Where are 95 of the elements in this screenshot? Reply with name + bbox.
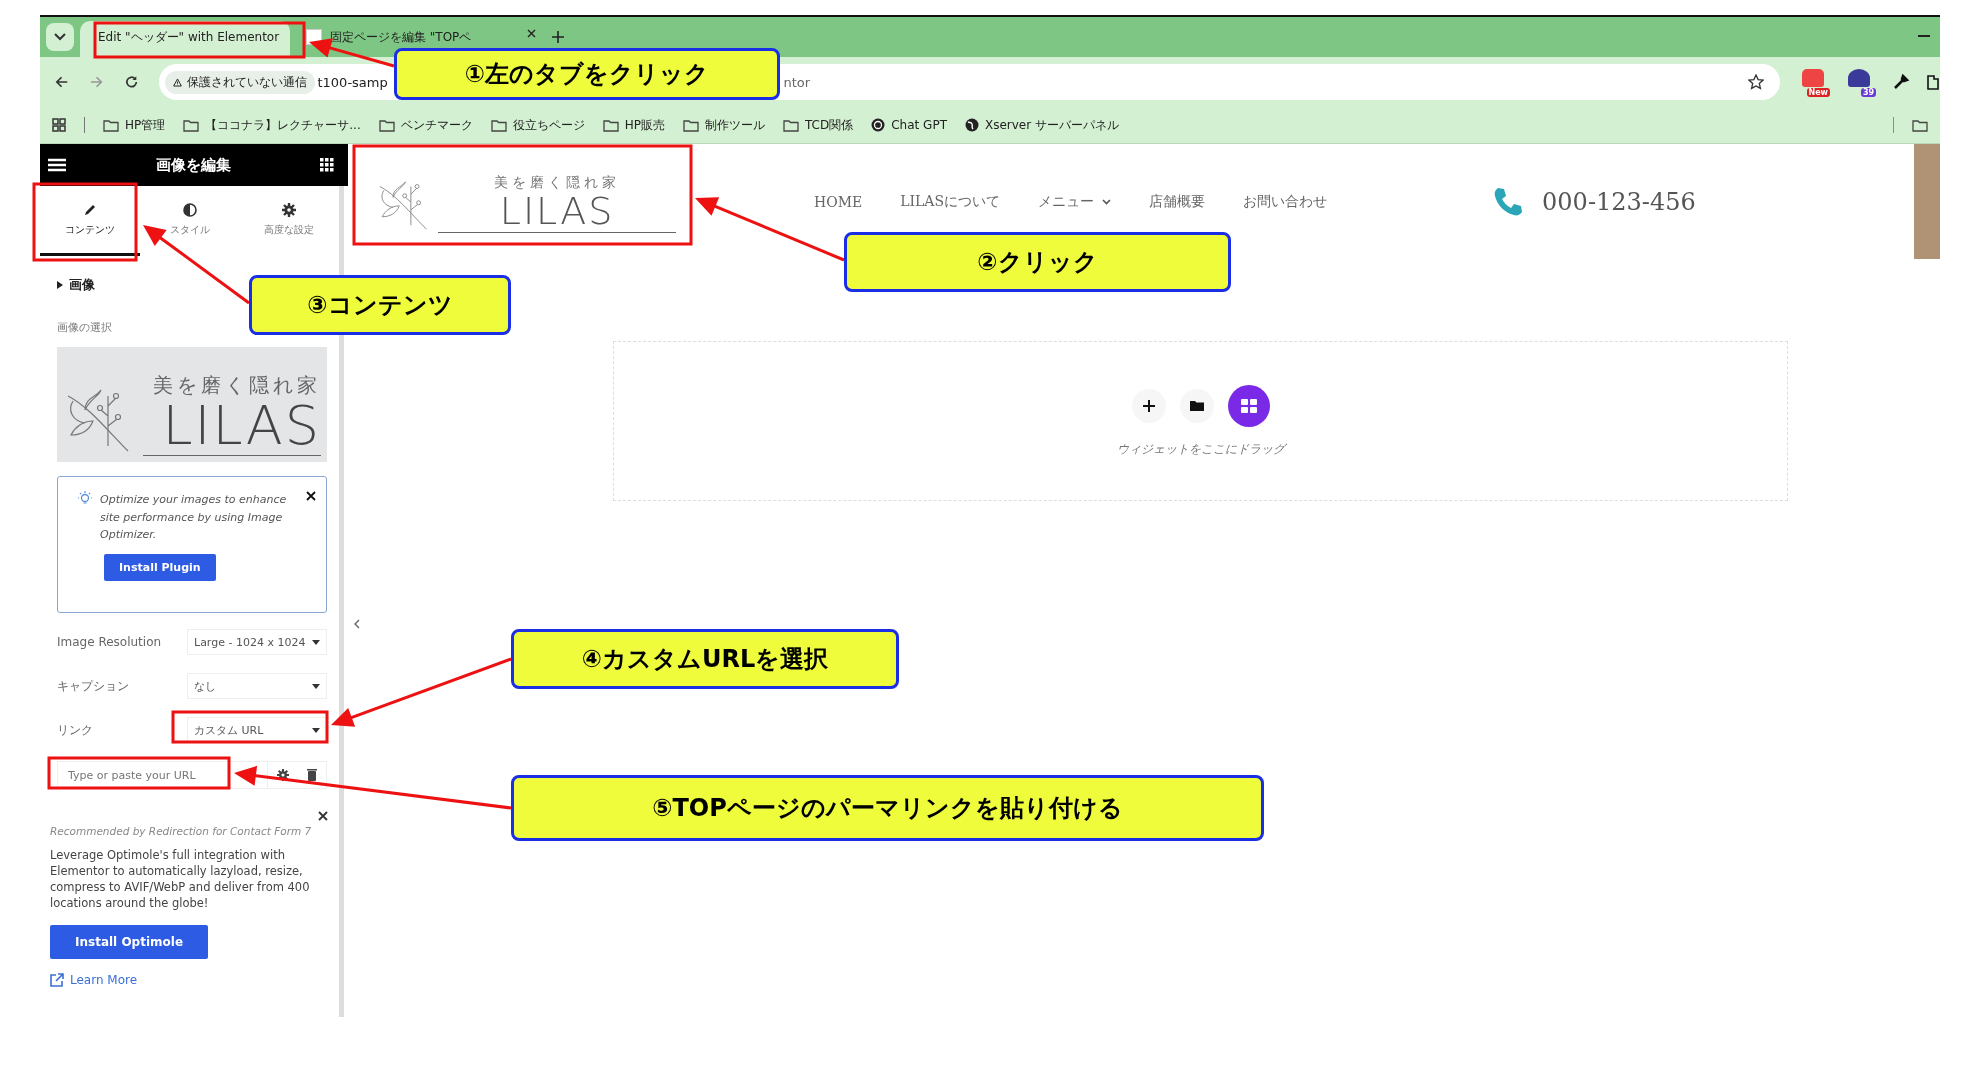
gear-icon <box>282 202 297 217</box>
recommendation-note: Recommended by Redirection for Contact Form 7 <box>50 825 313 837</box>
drop-zone[interactable]: ウィジェットをここにドラッグ <box>613 341 1788 501</box>
folder-icon <box>490 118 507 132</box>
promo-text: Leverage Optimole's full integration with Elementor to automatically lazyload, resize, compress to AVIF/WebP and deliver from 400 locations around the globe! <box>50 847 311 912</box>
eyedropper-icon[interactable] <box>1892 73 1910 91</box>
bookmark-item[interactable]: 役立ちページ <box>490 116 585 134</box>
warning-icon <box>173 75 183 89</box>
new-tab-icon[interactable] <box>552 31 564 43</box>
nav-link[interactable]: 店舗概要 <box>1149 192 1206 211</box>
panel-title: 画像を編集 <box>155 155 231 175</box>
folder-icon <box>783 118 799 132</box>
back-icon[interactable] <box>54 74 70 90</box>
logo-tagline: 美を磨く隠れ家 <box>494 173 620 192</box>
bookmark-item[interactable]: HP管理 <box>103 116 166 134</box>
extension-icon[interactable] <box>1848 69 1870 87</box>
phone-number: 000-123-456 <box>1542 187 1696 216</box>
folder-icon <box>602 118 619 132</box>
nav-link[interactable]: HOME <box>814 193 863 210</box>
bookmark-star-icon[interactable] <box>1748 74 1764 90</box>
dropdown-select[interactable]: Large - 1024 x 1024 <box>187 629 327 655</box>
bookmark-item[interactable]: HP販売 <box>602 116 665 134</box>
panel-tab[interactable]: 高度な設定 <box>239 186 339 256</box>
notice-text: Optimize your images to enhance site performance by using Image Optimizer. <box>100 492 288 544</box>
nav-link[interactable]: LILASについて <box>900 192 1001 211</box>
security-chip[interactable]: 保護されていない通信 <box>165 70 316 94</box>
caret-icon <box>54 33 66 41</box>
caret-icon <box>312 727 320 733</box>
folder-icon[interactable] <box>1179 388 1214 423</box>
bookmark-item[interactable]: ベンチマーク <box>378 116 473 134</box>
caret-icon <box>312 683 320 689</box>
folder-icon <box>683 118 699 132</box>
callout-label: ④カスタムURLを選択 <box>511 629 899 689</box>
folder-icon <box>103 118 119 132</box>
extension-badge: 39 <box>1860 88 1876 97</box>
tab-list-button[interactable] <box>46 23 74 51</box>
phone-icon <box>1492 185 1525 218</box>
bookmark-item[interactable]: TCD関係 <box>783 116 854 134</box>
bookmark-item[interactable]: 制作ツール <box>683 116 765 134</box>
add-icon[interactable] <box>1131 388 1166 423</box>
install-optimole-button[interactable]: Install Optimole <box>50 925 209 960</box>
folder-icon[interactable] <box>1912 118 1928 132</box>
collapse-icon[interactable] <box>354 619 360 629</box>
field-label: リンク <box>57 721 93 739</box>
caret-icon <box>1102 198 1112 205</box>
apps-icon[interactable] <box>52 118 66 132</box>
bookmark-item[interactable]: Xserver サーバーパネル <box>964 116 1119 134</box>
close-icon[interactable] <box>318 811 328 821</box>
globe-icon <box>964 118 979 132</box>
grid-icon[interactable] <box>320 158 334 172</box>
bookmark-item[interactable]: 【ココナラ】レクチャーサ... <box>183 116 361 134</box>
template-grid-icon[interactable] <box>1227 384 1270 427</box>
learn-more-link[interactable]: Learn More <box>50 973 330 988</box>
site-logo[interactable]: 美を磨く隠れ家 LILAS <box>368 166 684 237</box>
close-icon[interactable] <box>527 29 536 38</box>
nav-link[interactable]: メニュー <box>1038 192 1112 211</box>
lightbulb-icon <box>78 491 92 507</box>
callout-label: ③コンテンツ <box>249 275 511 335</box>
callout-label: ②クリック <box>844 232 1231 292</box>
pencil-icon <box>82 202 97 217</box>
image-preview[interactable]: 美を磨く隠れ家 LILAS <box>57 347 327 462</box>
logo-tagline: 美を磨く隠れ家 <box>153 372 321 399</box>
field-label: Image Resolution <box>57 635 162 649</box>
caret-icon <box>312 639 320 645</box>
callout-label: ⑤TOPページのパーマリンクを貼り付ける <box>511 775 1264 841</box>
nav-link[interactable]: お問い合わせ <box>1243 192 1328 211</box>
reload-icon[interactable] <box>124 74 140 90</box>
section-title[interactable]: 画像 <box>69 276 95 294</box>
callout-label: ①左のタブをクリック <box>394 48 780 100</box>
bookmark-item[interactable]: Chat GPT <box>871 118 947 132</box>
url-input-field[interactable]: Type or paste your URL <box>57 761 327 789</box>
panel-tab[interactable]: コンテンツ <box>40 186 140 256</box>
logo-name: LILAS <box>499 191 615 230</box>
external-link-icon <box>50 973 64 988</box>
folder-icon <box>378 118 395 132</box>
logo-name: LILAS <box>162 399 321 453</box>
url-text: t100-samp <box>317 74 388 90</box>
gear-icon[interactable] <box>277 769 289 781</box>
caret-icon[interactable] <box>57 281 63 289</box>
dropdown-select[interactable]: カスタム URL <box>187 717 327 743</box>
trash-icon[interactable] <box>307 769 317 781</box>
url-text: ntor <box>783 74 811 90</box>
drop-hint: ウィジェットをここにドラッグ <box>1116 440 1285 458</box>
extension-badge: New <box>1806 88 1830 97</box>
panel-tab[interactable]: スタイル <box>139 186 240 256</box>
field-label: 画像の選択 <box>57 320 113 335</box>
contrast-icon <box>182 202 197 217</box>
install-plugin-button[interactable]: Install Plugin <box>104 553 216 581</box>
knot-icon <box>871 118 886 132</box>
menu-icon[interactable] <box>48 158 66 172</box>
field-label: キャプション <box>57 677 129 695</box>
browser-tab[interactable]: Edit "ヘッダー" with Elementor <box>80 21 290 57</box>
close-icon[interactable] <box>306 491 316 501</box>
dropdown-select[interactable]: なし <box>187 673 327 699</box>
folder-icon <box>183 118 200 132</box>
